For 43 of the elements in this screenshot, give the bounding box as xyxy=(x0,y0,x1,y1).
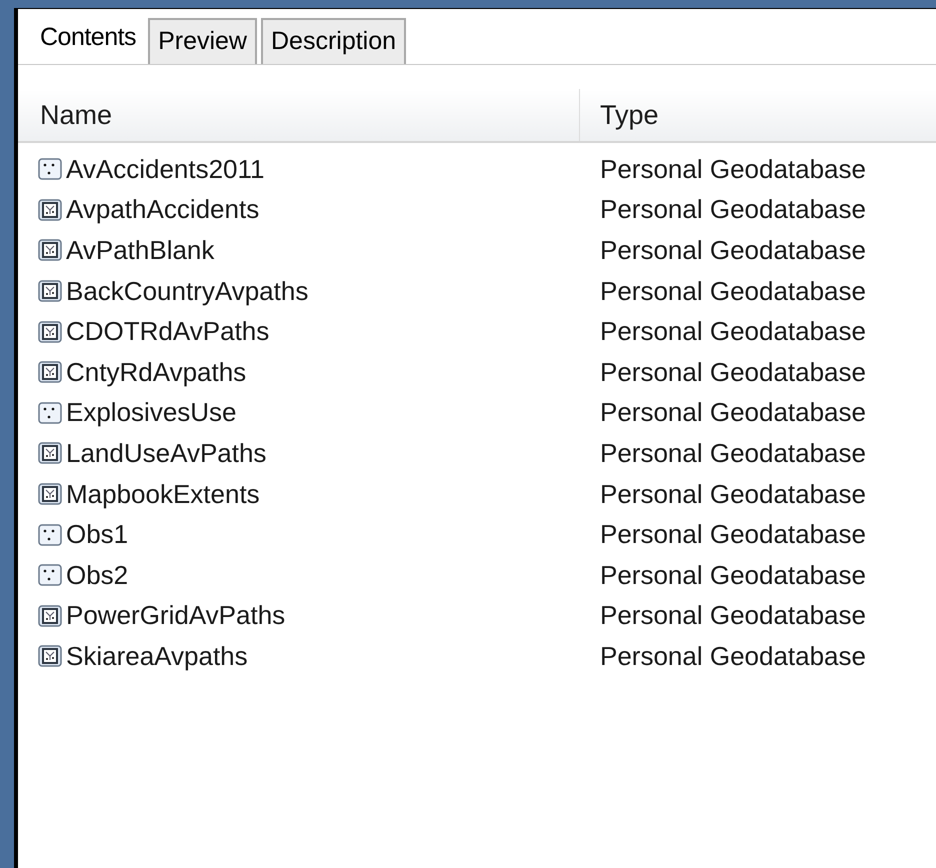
layer-type: Personal Geodatabase xyxy=(599,396,866,430)
layer-type: Personal Geodatabase xyxy=(599,234,866,267)
layer-name[interactable]: Obs2 xyxy=(66,556,128,595)
polygon-layer-icon xyxy=(38,483,62,506)
layer-name[interactable]: CDOTRdAvPaths xyxy=(66,312,270,352)
point-layer-icon xyxy=(38,402,62,424)
layer-type: Personal Geodatabase xyxy=(599,356,866,389)
polygon-layer-icon xyxy=(38,198,62,221)
tab[interactable]: Description xyxy=(260,18,406,64)
polygon-layer-icon xyxy=(38,239,62,262)
layer-name[interactable]: AvpathAccidents xyxy=(66,190,260,230)
polygon-layer-icon xyxy=(38,320,62,343)
layer-name[interactable]: ExplosivesUse xyxy=(66,393,237,432)
layer-type: Personal Geodatabase xyxy=(599,599,866,632)
polygon-layer-icon xyxy=(38,645,62,668)
layer-type: Personal Geodatabase xyxy=(599,152,866,186)
layer-name[interactable]: AvPathBlank xyxy=(66,230,214,270)
point-layer-icon xyxy=(38,524,62,546)
layer-name[interactable]: BackCountryAvpaths xyxy=(66,272,308,311)
polygon-layer-icon xyxy=(38,442,62,464)
layer-type: Personal Geodatabase xyxy=(599,436,866,470)
polygon-layer-icon xyxy=(38,280,62,302)
layer-name[interactable]: AvAccidents2011 xyxy=(66,150,265,189)
point-layer-icon xyxy=(38,158,62,180)
layer-name[interactable]: MapbookExtents xyxy=(66,474,260,514)
polygon-layer-icon xyxy=(38,604,62,627)
tab[interactable]: Preview xyxy=(148,18,257,64)
layer-type: Personal Geodatabase xyxy=(599,193,866,226)
layer-name[interactable]: Obs1 xyxy=(66,515,128,554)
layer-type: Personal Geodatabase xyxy=(599,558,866,592)
column-header[interactable]: Name xyxy=(40,94,112,136)
layer-name[interactable]: PowerGridAvPaths xyxy=(66,596,286,636)
polygon-layer-icon xyxy=(38,361,62,384)
layer-type: Personal Geodatabase xyxy=(599,518,866,552)
point-layer-icon xyxy=(38,564,62,586)
layer-name[interactable]: LandUseAvPaths xyxy=(66,434,266,473)
layer-name[interactable]: CntyRdAvpaths xyxy=(66,352,246,392)
layer-name[interactable]: SkiareaAvpaths xyxy=(66,636,248,676)
layer-type: Personal Geodatabase xyxy=(599,315,866,348)
layer-type: Personal Geodatabase xyxy=(599,478,866,511)
column-header[interactable]: Type xyxy=(600,94,659,136)
layer-type: Personal Geodatabase xyxy=(599,640,866,673)
layer-type: Personal Geodatabase xyxy=(599,274,866,308)
